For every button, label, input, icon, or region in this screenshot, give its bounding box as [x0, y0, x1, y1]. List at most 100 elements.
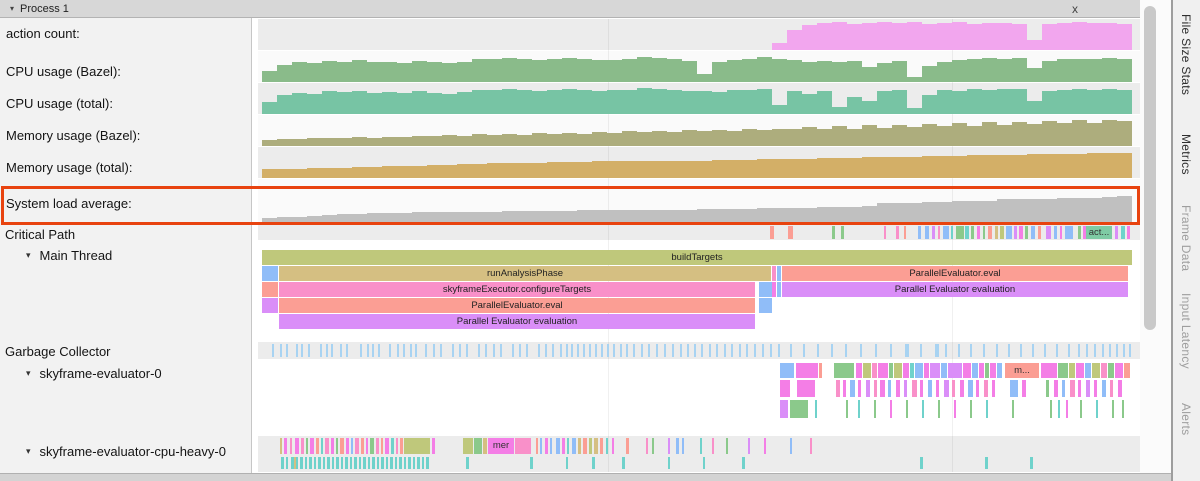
- event-tick[interactable]: [790, 344, 792, 357]
- event-tick[interactable]: [985, 457, 988, 469]
- event-tick[interactable]: [963, 363, 971, 378]
- event-tick[interactable]: [620, 344, 622, 357]
- event-tick[interactable]: [368, 457, 370, 469]
- event-tick[interactable]: [607, 344, 609, 357]
- event-tick[interactable]: [682, 438, 684, 454]
- event-tick[interactable]: [308, 344, 310, 357]
- event-tick[interactable]: [301, 344, 303, 357]
- event-tick[interactable]: [810, 438, 812, 454]
- flame-block[interactable]: ParallelEvaluator.eval: [279, 298, 755, 313]
- event-tick[interactable]: [943, 226, 949, 239]
- event-tick[interactable]: [863, 363, 871, 378]
- event-tick[interactable]: [530, 457, 533, 469]
- event-tick[interactable]: [390, 457, 393, 469]
- event-tick[interactable]: [1031, 226, 1035, 239]
- event-tick[interactable]: [986, 400, 988, 418]
- event-tick[interactable]: [754, 344, 756, 357]
- event-tick[interactable]: [701, 344, 703, 357]
- event-tick[interactable]: [301, 438, 304, 454]
- flame-block[interactable]: mer: [488, 438, 514, 454]
- event-tick[interactable]: [1110, 380, 1113, 397]
- event-tick[interactable]: [1022, 380, 1026, 397]
- event-tick[interactable]: [452, 344, 454, 357]
- event-tick[interactable]: [1065, 226, 1073, 239]
- flame-block[interactable]: Parallel Evaluator evaluation: [279, 314, 755, 329]
- event-tick[interactable]: [556, 438, 560, 454]
- event-tick[interactable]: [336, 457, 339, 469]
- event-tick[interactable]: [988, 226, 992, 239]
- event-tick[interactable]: [928, 380, 932, 397]
- flame-block[interactable]: [759, 282, 772, 297]
- event-tick[interactable]: [500, 344, 502, 357]
- event-tick[interactable]: [1102, 380, 1106, 397]
- event-tick[interactable]: [815, 400, 817, 418]
- event-tick[interactable]: [945, 344, 947, 357]
- event-tick[interactable]: [403, 344, 405, 357]
- event-tick[interactable]: [903, 363, 909, 378]
- event-tick[interactable]: [360, 344, 362, 357]
- event-tick[interactable]: [1032, 344, 1034, 357]
- event-tick[interactable]: [478, 344, 480, 357]
- event-tick[interactable]: [832, 226, 835, 239]
- event-tick[interactable]: [545, 344, 547, 357]
- event-tick[interactable]: [872, 363, 877, 378]
- event-tick[interactable]: [1044, 344, 1046, 357]
- event-tick[interactable]: [340, 344, 342, 357]
- event-tick[interactable]: [385, 438, 389, 454]
- event-tick[interactable]: [983, 344, 985, 357]
- event-tick[interactable]: [377, 457, 379, 469]
- event-tick[interactable]: [336, 438, 338, 454]
- event-tick[interactable]: [381, 457, 384, 469]
- event-tick[interactable]: [545, 438, 548, 454]
- event-tick[interactable]: [526, 344, 528, 357]
- event-tick[interactable]: [746, 344, 748, 357]
- event-tick[interactable]: [920, 380, 923, 397]
- event-tick[interactable]: [366, 438, 368, 454]
- event-tick[interactable]: [345, 457, 348, 469]
- event-tick[interactable]: [925, 226, 929, 239]
- vertical-scrollbar[interactable]: [1140, 0, 1171, 473]
- event-tick[interactable]: [332, 457, 334, 469]
- event-tick[interactable]: [970, 400, 972, 418]
- event-tick[interactable]: [305, 457, 307, 469]
- event-tick[interactable]: [694, 344, 696, 357]
- event-tick[interactable]: [396, 438, 398, 454]
- event-tick[interactable]: [440, 344, 442, 357]
- event-tick[interactable]: [583, 438, 587, 454]
- event-tick[interactable]: [846, 400, 848, 418]
- flame-block[interactable]: [262, 282, 278, 297]
- event-tick[interactable]: [739, 344, 741, 357]
- event-tick[interactable]: [1115, 363, 1123, 378]
- event-tick[interactable]: [646, 438, 648, 454]
- event-tick[interactable]: [386, 457, 388, 469]
- event-tick[interactable]: [562, 438, 565, 454]
- event-tick[interactable]: [395, 457, 397, 469]
- event-tick[interactable]: [997, 363, 1002, 378]
- flame-block[interactable]: skyframeExecutor.configureTargets: [279, 282, 755, 297]
- event-tick[interactable]: [399, 457, 402, 469]
- event-tick[interactable]: [948, 363, 962, 378]
- event-tick[interactable]: [566, 457, 568, 469]
- event-tick[interactable]: [1127, 226, 1130, 239]
- event-tick[interactable]: [325, 438, 329, 454]
- event-tick[interactable]: [968, 380, 973, 397]
- event-tick[interactable]: [878, 363, 888, 378]
- event-tick[interactable]: [466, 457, 469, 469]
- event-tick[interactable]: [995, 226, 998, 239]
- event-tick[interactable]: [896, 226, 899, 239]
- event-tick[interactable]: [1060, 226, 1062, 239]
- event-tick[interactable]: [612, 438, 614, 454]
- event-tick[interactable]: [594, 438, 598, 454]
- event-tick[interactable]: [613, 344, 615, 357]
- event-tick[interactable]: [601, 344, 603, 357]
- event-tick[interactable]: [845, 344, 847, 357]
- event-tick[interactable]: [790, 400, 808, 418]
- event-tick[interactable]: [664, 344, 666, 357]
- event-tick[interactable]: [648, 344, 650, 357]
- event-tick[interactable]: [790, 438, 792, 454]
- event-tick[interactable]: [938, 226, 940, 239]
- event-tick[interactable]: [778, 344, 780, 357]
- event-tick[interactable]: [941, 363, 947, 378]
- flame-block[interactable]: [777, 266, 781, 281]
- event-tick[interactable]: [370, 438, 374, 454]
